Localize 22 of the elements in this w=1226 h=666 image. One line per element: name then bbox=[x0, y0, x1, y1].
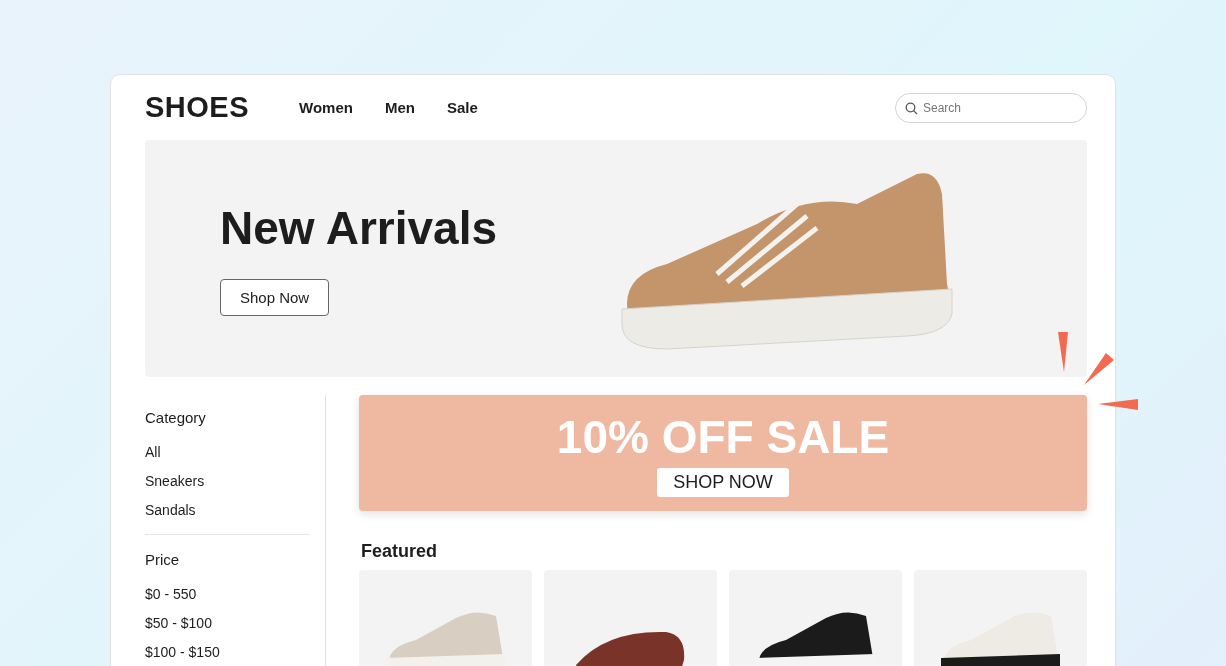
product-card[interactable] bbox=[914, 570, 1087, 666]
product-card[interactable] bbox=[544, 570, 717, 666]
filter-heading: Price bbox=[145, 551, 181, 568]
nav-link[interactable]: Sale bbox=[446, 99, 478, 116]
sale-title: 10% OFF SALE bbox=[556, 409, 890, 464]
filter-link[interactable]: All bbox=[145, 444, 325, 460]
search-field[interactable]: Search bbox=[895, 92, 1087, 123]
shop-now-button[interactable]: SHOP NOW bbox=[657, 467, 789, 497]
filter-link[interactable]: $0 - 550 bbox=[145, 586, 325, 602]
product-card[interactable] bbox=[729, 570, 902, 666]
shop-now-button[interactable]: Shop Now bbox=[220, 279, 330, 316]
filter-link[interactable]: Sneakers bbox=[145, 473, 325, 489]
section-title: Featured bbox=[361, 541, 439, 562]
logo: SHOES bbox=[145, 91, 250, 124]
hero-title: New Arrivals bbox=[220, 201, 497, 255]
filter-heading: Category bbox=[145, 409, 207, 426]
search-icon bbox=[905, 101, 918, 115]
nav-link[interactable]: Men bbox=[384, 99, 415, 116]
filter-link[interactable]: Sandals bbox=[145, 502, 325, 518]
filter-link[interactable]: $100 - $150 bbox=[145, 644, 325, 660]
nav-link[interactable]: Women bbox=[299, 99, 353, 116]
filter-link[interactable]: $50 - $100 bbox=[145, 615, 325, 631]
